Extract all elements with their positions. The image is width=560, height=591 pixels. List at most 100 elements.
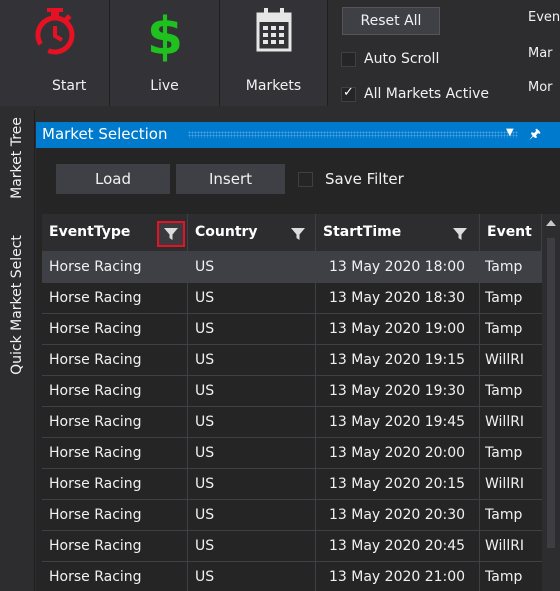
column-divider [187, 214, 188, 591]
filter-icon[interactable] [452, 226, 468, 246]
cell-eventtype: Horse Racing [49, 383, 142, 399]
auto-scroll-checkbox[interactable] [341, 52, 356, 67]
market-grid: EventType Country StartTime Event Horse … [42, 214, 560, 591]
save-filter-checkbox[interactable] [298, 172, 313, 187]
svg-text:$: $ [146, 7, 182, 62]
table-row[interactable]: Horse Racing US 13 May 2020 19:30 Tamp [42, 376, 542, 407]
cell-eventtype: Horse Racing [49, 507, 142, 523]
cell-eventtype: Horse Racing [49, 476, 142, 492]
cell-eventtype: Horse Racing [49, 414, 142, 430]
column-header-label: EventType [49, 224, 131, 240]
cell-event: Tamp [485, 445, 523, 461]
drag-grip[interactable] [188, 131, 518, 138]
cell-country: US [195, 321, 215, 337]
cell-starttime: 13 May 2020 19:00 [329, 321, 466, 337]
table-row[interactable]: Horse Racing US 13 May 2020 21:00 Tamp [42, 562, 542, 591]
column-header-label: StartTime [323, 224, 402, 240]
cell-event: Tamp [485, 290, 523, 306]
start-button[interactable]: Start [0, 0, 110, 106]
cell-event: WillRI [485, 414, 525, 430]
cell-eventtype: Horse Racing [49, 352, 142, 368]
checkmark-icon: ✓ [343, 85, 354, 100]
cell-eventtype: Horse Racing [49, 290, 142, 306]
table-row[interactable]: Horse Racing US 13 May 2020 19:45 WillRI [42, 407, 542, 438]
insert-button[interactable]: Insert [176, 164, 285, 194]
column-header-event[interactable]: Event [480, 214, 542, 252]
auto-scroll-label: Auto Scroll [364, 51, 440, 67]
table-row[interactable]: Horse Racing US 13 May 2020 19:15 WillRI [42, 345, 542, 376]
cell-event: WillRI [485, 476, 525, 492]
table-row[interactable]: Horse Racing US 13 May 2020 20:15 WillRI [42, 469, 542, 500]
table-row[interactable]: Horse Racing US 13 May 2020 19:00 Tamp [42, 314, 542, 345]
cell-eventtype: Horse Racing [49, 538, 142, 554]
cell-eventtype: Horse Racing [49, 321, 142, 337]
cell-starttime: 13 May 2020 20:30 [329, 507, 466, 523]
cell-event: WillRI [485, 352, 525, 368]
markets-label: Markets [245, 78, 302, 94]
table-row[interactable]: Horse Racing US 13 May 2020 18:30 Tamp [42, 283, 542, 314]
cell-starttime: 13 May 2020 20:00 [329, 445, 466, 461]
scroll-thumb[interactable] [547, 238, 555, 548]
cell-event: Tamp [485, 507, 523, 523]
markets-button[interactable]: Markets [220, 0, 328, 106]
start-label: Start [52, 78, 87, 94]
live-button[interactable]: $ Live [110, 0, 220, 106]
cell-country: US [195, 476, 215, 492]
column-header-country[interactable]: Country [188, 214, 316, 252]
cell-country: US [195, 290, 215, 306]
cell-starttime: 13 May 2020 19:15 [329, 352, 466, 368]
column-header-eventtype[interactable]: EventType [42, 214, 188, 252]
side-label-market: Mar [528, 46, 553, 61]
load-button[interactable]: Load [56, 164, 170, 194]
cell-country: US [195, 538, 215, 554]
column-header-label: Country [195, 224, 258, 240]
market-selection-panel: Market Selection ▼ 🖈 Load Insert Save Fi… [36, 122, 560, 591]
reset-all-button[interactable]: Reset All [342, 7, 440, 35]
cell-event: WillRI [485, 538, 525, 554]
vertical-scrollbar[interactable] [542, 214, 560, 591]
cell-event: Tamp [485, 383, 523, 399]
save-filter-label: Save Filter [325, 170, 404, 188]
cell-starttime: 13 May 2020 18:00 [329, 259, 466, 275]
column-divider [479, 214, 480, 591]
cell-starttime: 13 May 2020 19:45 [329, 414, 466, 430]
toolbar: Start $ Live Markets Reset All Auto Scro… [0, 0, 560, 110]
column-divider [315, 214, 316, 591]
cell-country: US [195, 414, 215, 430]
panel-title: Market Selection [42, 125, 168, 143]
cell-starttime: 13 May 2020 20:45 [329, 538, 466, 554]
cell-event: Tamp [485, 321, 523, 337]
side-label-more: Mor [528, 80, 553, 95]
filter-icon[interactable] [163, 226, 179, 246]
table-row[interactable]: Horse Racing US 13 May 2020 18:00 Tamp [42, 252, 542, 283]
filter-icon[interactable] [290, 226, 306, 246]
column-header-starttime[interactable]: StartTime [316, 214, 480, 252]
side-tab-strip: Market Tree Quick Market Select [0, 110, 35, 591]
cell-country: US [195, 445, 215, 461]
table-row[interactable]: Horse Racing US 13 May 2020 20:00 Tamp [42, 438, 542, 469]
dropdown-arrow-icon[interactable]: ▼ [506, 127, 514, 138]
cell-starttime: 13 May 2020 18:30 [329, 290, 466, 306]
table-row[interactable]: Horse Racing US 13 May 2020 20:45 WillRI [42, 531, 542, 562]
all-markets-active-label: All Markets Active [364, 86, 489, 102]
cell-country: US [195, 259, 215, 275]
scroll-up-arrow-icon[interactable] [546, 220, 556, 226]
cell-country: US [195, 569, 215, 585]
cell-starttime: 13 May 2020 20:15 [329, 476, 466, 492]
cell-eventtype: Horse Racing [49, 569, 142, 585]
panel-title-bar[interactable]: Market Selection ▼ 🖈 [36, 122, 560, 148]
table-row[interactable]: Horse Racing US 13 May 2020 20:30 Tamp [42, 500, 542, 531]
calendar-icon [254, 6, 294, 58]
all-markets-active-checkbox[interactable]: ✓ [341, 85, 356, 102]
column-header-label: Event [487, 224, 532, 240]
cell-eventtype: Horse Racing [49, 445, 142, 461]
tab-quick-market-select[interactable]: Quick Market Select [9, 235, 25, 375]
cell-country: US [195, 383, 215, 399]
pin-icon[interactable]: 🖈 [529, 125, 541, 147]
tab-market-tree[interactable]: Market Tree [9, 117, 25, 199]
cell-starttime: 13 May 2020 19:30 [329, 383, 466, 399]
cell-eventtype: Horse Racing [49, 259, 142, 275]
cell-country: US [195, 507, 215, 523]
cell-event: Tamp [485, 569, 523, 585]
cell-event: Tamp [485, 259, 523, 275]
